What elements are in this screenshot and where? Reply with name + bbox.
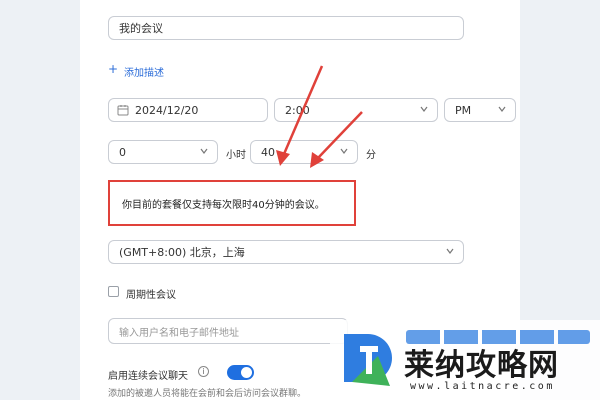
calendar-icon: [117, 104, 129, 116]
date-value: 2024/12/20: [135, 103, 199, 117]
invitee-placeholder: 输入用户名和电子邮件地址: [119, 327, 239, 339]
add-description-link[interactable]: + 添加描述: [108, 62, 178, 79]
chevron-down-icon: [497, 104, 507, 114]
topic-input[interactable]: 我的会议: [108, 16, 464, 40]
left-background: [0, 0, 80, 400]
invitee-input[interactable]: 输入用户名和电子邮件地址: [108, 318, 348, 344]
plan-limit-warning: 你目前的套餐仅支持每次限时40分钟的会议。: [108, 180, 356, 226]
continuous-chat-label: 启用连续会议聊天: [108, 371, 188, 382]
chevron-down-icon: [339, 146, 349, 156]
timezone-select[interactable]: (GMT+8:00) 北京，上海: [108, 240, 464, 264]
watermark-url: www.laitnacre.com: [410, 381, 555, 392]
topic-input-value: 我的会议: [119, 22, 163, 35]
duration-minutes-value: 40: [261, 145, 275, 159]
recurring-meeting-label: 周期性会议: [126, 290, 176, 301]
watermark-site-name: 莱纳攻略网: [404, 348, 559, 383]
ampm-select[interactable]: PM: [444, 98, 516, 122]
plus-icon: +: [108, 62, 119, 76]
minutes-unit-label: 分: [366, 150, 376, 161]
recurring-meeting-checkbox[interactable]: [108, 286, 119, 297]
duration-hours-value: 0: [119, 145, 126, 159]
info-icon[interactable]: i: [198, 366, 209, 377]
chevron-down-icon: [419, 104, 429, 114]
plan-limit-warning-text: 你目前的套餐仅支持每次限时40分钟的会议。: [122, 199, 325, 211]
continuous-chat-hint: 添加的被邀人员将能在会前和会后访问会议群聊。: [108, 389, 307, 399]
date-picker[interactable]: 2024/12/20: [108, 98, 268, 122]
continuous-chat-toggle[interactable]: [227, 365, 254, 380]
chevron-down-icon: [199, 146, 209, 156]
toggle-knob: [241, 367, 252, 378]
duration-minutes-select[interactable]: 40: [250, 140, 358, 164]
duration-hours-select[interactable]: 0: [108, 140, 218, 164]
time-select[interactable]: 2:00: [274, 98, 438, 122]
watermark-logo: [344, 334, 392, 386]
hours-unit-label: 小时: [226, 150, 246, 161]
time-value: 2:00: [285, 103, 310, 117]
ampm-value: PM: [455, 103, 472, 117]
add-description-label: 添加描述: [124, 68, 164, 79]
chevron-down-icon: [445, 246, 455, 256]
timezone-value: (GMT+8:00) 北京，上海: [119, 246, 245, 259]
